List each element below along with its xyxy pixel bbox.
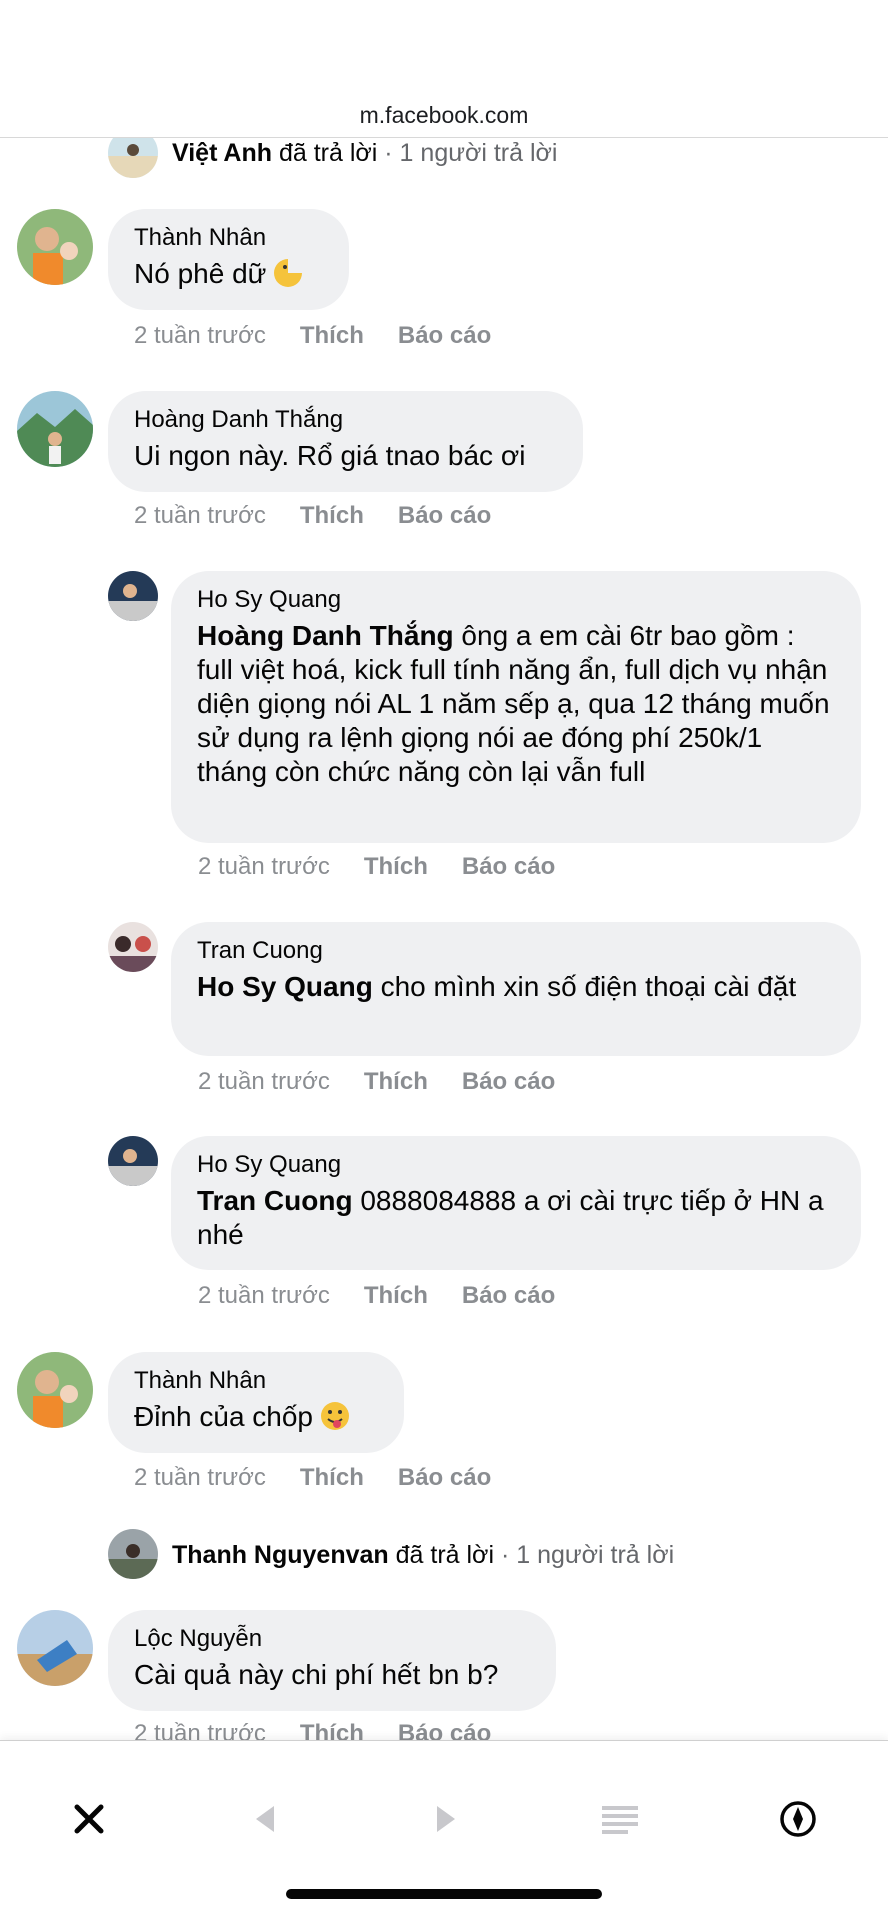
comment-meta: 2 tuần trước Thích Báo cáo bbox=[198, 853, 589, 881]
mention-link[interactable]: Tran Cuong bbox=[197, 1185, 353, 1216]
like-button[interactable]: Thích bbox=[300, 1464, 364, 1491]
comment-author[interactable]: Thành Nhân bbox=[134, 223, 323, 253]
comment-meta: 2 tuần trước Thích Báo cáo bbox=[134, 502, 525, 530]
report-button[interactable]: Báo cáo bbox=[398, 1464, 491, 1491]
avatar[interactable] bbox=[17, 391, 93, 467]
comment-bubble[interactable]: Hoàng Danh Thắng Ui ngon này. Rổ giá tna… bbox=[108, 391, 583, 492]
comment-author[interactable]: Lộc Nguyễn bbox=[134, 1624, 530, 1654]
comment-text: Cài quả này chi phí hết bn b? bbox=[134, 1659, 499, 1690]
comment-meta: 2 tuần trước Thích Báo cáo bbox=[134, 322, 525, 350]
reply-count: · 1 người trả lời bbox=[377, 139, 558, 167]
avatar[interactable] bbox=[108, 922, 158, 972]
comment-bubble[interactable]: Thành Nhân Đỉnh của chốp bbox=[108, 1352, 404, 1453]
emoji-icon bbox=[272, 257, 304, 289]
like-button[interactable]: Thích bbox=[364, 1068, 428, 1095]
comment-author[interactable]: Ho Sy Quang bbox=[197, 585, 835, 615]
comment-text: Ui ngon này. Rổ giá tnao bác ơi bbox=[134, 440, 526, 471]
url-label[interactable]: m.facebook.com bbox=[0, 102, 888, 129]
reply-bubble[interactable]: Ho Sy Quang Tran Cuong 0888084888 a ơi c… bbox=[171, 1136, 861, 1270]
comment-meta: 2 tuần trước Thích Báo cáo bbox=[134, 1464, 525, 1492]
avatar[interactable] bbox=[17, 209, 93, 285]
comment-author[interactable]: Hoàng Danh Thắng bbox=[134, 405, 557, 435]
like-button[interactable]: Thích bbox=[364, 1282, 428, 1309]
avatar[interactable] bbox=[108, 571, 158, 621]
mention-link[interactable]: Hoàng Danh Thắng bbox=[197, 620, 454, 651]
report-button[interactable]: Báo cáo bbox=[398, 1720, 491, 1740]
comment-text: cho mình xin số điện thoại cài đặt bbox=[372, 971, 797, 1002]
forward-icon[interactable] bbox=[418, 1791, 474, 1847]
comment-bubble[interactable]: Thành Nhân Nó phê dữ bbox=[108, 209, 349, 310]
comment-author[interactable]: Tran Cuong bbox=[197, 936, 835, 966]
comment-time: 2 tuần trước bbox=[198, 1282, 330, 1309]
comment-time: 2 tuần trước bbox=[198, 1068, 330, 1095]
reply-count: · 1 người trả lời bbox=[494, 1541, 675, 1569]
avatar[interactable] bbox=[108, 1529, 158, 1579]
report-button[interactable]: Báo cáo bbox=[398, 322, 491, 349]
mention-link[interactable]: Ho Sy Quang bbox=[197, 971, 373, 1002]
avatar[interactable] bbox=[17, 1352, 93, 1428]
like-button[interactable]: Thích bbox=[364, 853, 428, 880]
back-icon[interactable] bbox=[237, 1791, 293, 1847]
comment-meta: 2 tuần trước Thích Báo cáo bbox=[198, 1282, 589, 1310]
avatar[interactable] bbox=[108, 1136, 158, 1186]
report-button[interactable]: Báo cáo bbox=[398, 502, 491, 529]
home-indicator[interactable] bbox=[286, 1889, 602, 1899]
like-button[interactable]: Thích bbox=[300, 322, 364, 349]
reply-action: đã trả lời bbox=[388, 1541, 495, 1569]
comment-time: 2 tuần trước bbox=[198, 853, 330, 880]
report-button[interactable]: Báo cáo bbox=[462, 853, 555, 880]
report-button[interactable]: Báo cáo bbox=[462, 1282, 555, 1309]
comment-text: Đỉnh của chốp bbox=[134, 1401, 314, 1432]
report-button[interactable]: Báo cáo bbox=[462, 1068, 555, 1095]
comment-bubble[interactable]: Lộc Nguyễn Cài quả này chi phí hết bn b? bbox=[108, 1610, 556, 1711]
comment-feed: Việt Anh đã trả lời · 1 người trả lời Th… bbox=[0, 0, 888, 1740]
reply-bubble[interactable]: Ho Sy Quang Hoàng Danh Thắng ông a em cà… bbox=[171, 571, 861, 843]
like-button[interactable]: Thích bbox=[300, 502, 364, 529]
avatar[interactable] bbox=[17, 1610, 93, 1686]
close-icon[interactable] bbox=[61, 1791, 117, 1847]
reply-action: đã trả lời bbox=[272, 139, 378, 167]
comment-author[interactable]: Ho Sy Quang bbox=[197, 1150, 835, 1180]
menu-icon[interactable] bbox=[592, 1791, 648, 1847]
reply-author[interactable]: Thanh Nguyenvan bbox=[172, 1541, 389, 1569]
like-button[interactable]: Thích bbox=[300, 1720, 364, 1740]
comment-time: 2 tuần trước bbox=[134, 1720, 266, 1740]
reply-bubble[interactable]: Tran Cuong Ho Sy Quang cho mình xin số đ… bbox=[171, 922, 861, 1056]
comment-meta: 2 tuần trước Thích Báo cáo bbox=[198, 1068, 589, 1096]
comment-time: 2 tuần trước bbox=[134, 322, 266, 349]
compass-icon[interactable] bbox=[770, 1791, 826, 1847]
comment-meta: 2 tuần trước Thích Báo cáo bbox=[134, 1720, 525, 1740]
reply-author[interactable]: Việt Anh bbox=[172, 139, 272, 167]
comment-time: 2 tuần trước bbox=[134, 1464, 266, 1491]
reply-summary[interactable]: Thanh Nguyenvan đã trả lời · 1 người trả… bbox=[172, 1541, 674, 1570]
comment-time: 2 tuần trước bbox=[134, 502, 266, 529]
comment-author[interactable]: Thành Nhân bbox=[134, 1366, 378, 1396]
reply-summary[interactable]: Việt Anh đã trả lời · 1 người trả lời bbox=[172, 139, 557, 168]
comment-text: Nó phê dữ bbox=[134, 258, 267, 289]
emoji-icon bbox=[319, 1400, 351, 1432]
address-bar: m.facebook.com bbox=[0, 0, 888, 138]
